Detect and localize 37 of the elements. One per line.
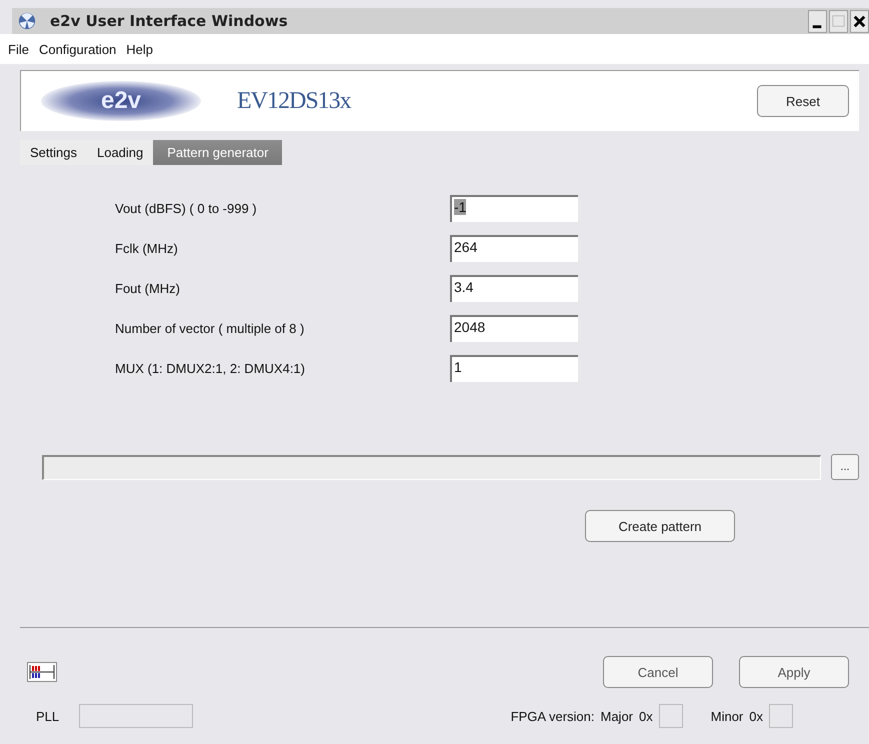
hex-prefix: 0x [749, 708, 763, 724]
create-pattern-button[interactable]: Create pattern [585, 510, 735, 542]
brand-logo: e2v [41, 81, 201, 121]
reset-button[interactable]: Reset [757, 85, 849, 117]
browse-button[interactable]: ... [831, 454, 859, 480]
menu-item[interactable]: File [8, 42, 29, 56]
major-field [658, 704, 683, 728]
field-label: Fclk (MHz) [115, 241, 179, 256]
menu-item[interactable]: Help [126, 42, 154, 56]
minor-field [769, 704, 793, 728]
tab[interactable]: Loading [86, 140, 154, 165]
hex-prefix: 0x [639, 708, 653, 724]
field-label: Fout (MHz) [115, 281, 181, 296]
input-field[interactable]: 1 [450, 355, 578, 382]
minimize-icon[interactable] [808, 10, 827, 32]
dialog-button[interactable]: Cancel [603, 656, 713, 688]
tab[interactable]: Pattern generator [153, 140, 282, 165]
menu-item[interactable]: Configuration [38, 42, 116, 56]
file-path-field[interactable] [42, 454, 821, 480]
field-label: MUX (1: DMUX2:1, 2: DMUX4:1) [115, 361, 306, 376]
input-field[interactable]: 264 [450, 235, 578, 262]
fpga-version-label: FPGA version: [510, 708, 594, 724]
field-label: Vout (dBFS) ( 0 to -999 ) [115, 201, 258, 216]
app-logo-icon [18, 12, 36, 30]
dialog-button[interactable]: Apply [739, 656, 849, 688]
abacus-icon[interactable] [27, 662, 57, 682]
major-label: Major [600, 708, 634, 724]
product-name: EV12DS13x [237, 88, 351, 114]
tab[interactable]: Settings [20, 140, 87, 165]
pll-label: PLL [36, 708, 60, 724]
input-field[interactable]: 2048 [450, 315, 578, 342]
close-icon[interactable] [850, 10, 869, 32]
field-label: Number of vector ( multiple of 8 ) [115, 321, 306, 336]
window-title: e2v User Interface Windows [50, 12, 288, 30]
minor-label: Minor [710, 708, 744, 724]
input-field[interactable]: 3.4 [450, 275, 578, 302]
input-field[interactable]: -1 [450, 195, 578, 222]
